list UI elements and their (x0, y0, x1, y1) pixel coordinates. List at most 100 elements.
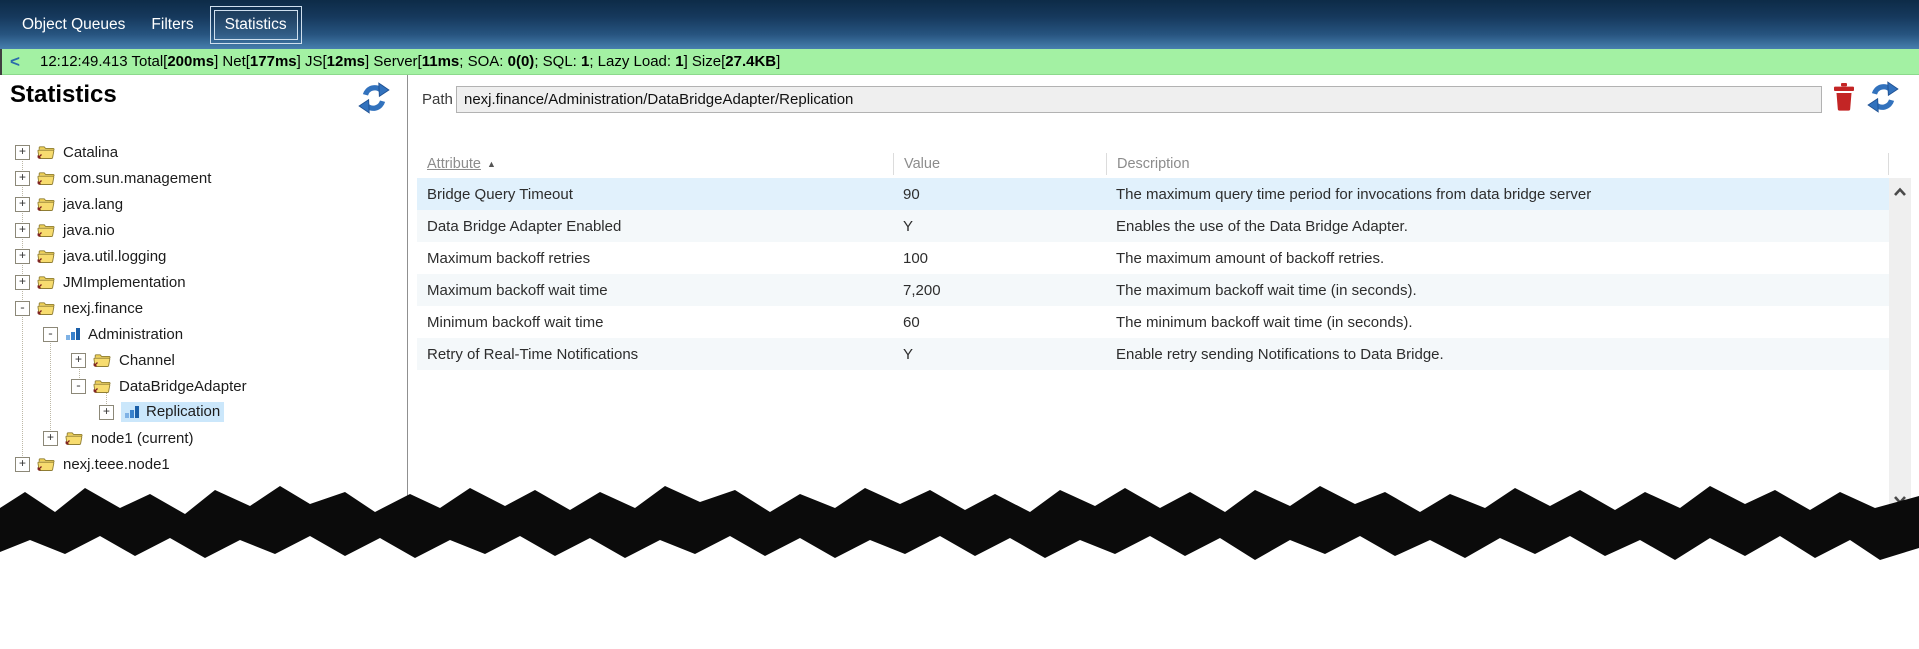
sidebar-refresh-icon[interactable] (358, 82, 390, 114)
tree-item-label: nexj.teee.node1 (63, 456, 170, 473)
collapse-toggle-icon[interactable]: - (71, 379, 86, 394)
folder-icon (37, 197, 56, 212)
collapse-toggle-icon[interactable]: - (43, 327, 58, 342)
statistics-sidebar: Statistics + Catalina + com.sun.manageme… (0, 75, 408, 530)
bar-chart-icon (65, 327, 81, 341)
column-header-label: Attribute (427, 156, 481, 172)
expand-toggle-icon[interactable]: + (15, 171, 30, 186)
bar-chart-icon (124, 405, 140, 419)
folder-icon (37, 223, 56, 238)
tree-item-node1-current[interactable]: + node1 (current) (0, 425, 407, 451)
expand-toggle-icon[interactable]: + (15, 249, 30, 264)
cell-attribute: Minimum backoff wait time (417, 314, 893, 331)
tab-statistics[interactable]: Statistics (210, 6, 302, 44)
table-row[interactable]: Maximum backoff retries 100 The maximum … (417, 242, 1889, 274)
tree-item-label: com.sun.management (63, 170, 211, 187)
expand-toggle-icon[interactable]: + (71, 353, 86, 368)
cell-value: Y (893, 346, 1106, 363)
cell-value: 60 (893, 314, 1106, 331)
profiler-status-bar: < 12:12:49.413 Total[200ms] Net[177ms] J… (0, 49, 1919, 75)
tree-item-java-lang[interactable]: + java.lang (0, 191, 407, 217)
cell-description: The maximum backoff wait time (in second… (1106, 282, 1889, 299)
expand-toggle-icon[interactable]: + (99, 405, 114, 420)
folder-icon (93, 353, 112, 368)
back-arrow-icon[interactable]: < (10, 52, 40, 72)
tree-item-catalina[interactable]: + Catalina (0, 139, 407, 165)
expand-toggle-icon[interactable]: + (15, 197, 30, 212)
tab-filters[interactable]: Filters (141, 8, 203, 42)
cell-attribute: Bridge Query Timeout (417, 186, 893, 203)
folder-icon (37, 249, 56, 264)
cell-description: Enables the use of the Data Bridge Adapt… (1106, 218, 1889, 235)
tab-object-queues[interactable]: Object Queues (12, 8, 135, 42)
expand-toggle-icon[interactable]: + (15, 145, 30, 160)
tree-item-label: node1 (current) (91, 430, 194, 447)
path-input[interactable] (456, 86, 1822, 113)
table-row[interactable]: Data Bridge Adapter Enabled Y Enables th… (417, 210, 1889, 242)
cell-attribute: Retry of Real-Time Notifications (417, 346, 893, 363)
tree-item-java-util-logging[interactable]: + java.util.logging (0, 243, 407, 269)
top-tab-bar: Object Queues Filters Statistics (0, 0, 1919, 49)
tree-item-label: java.nio (63, 222, 115, 239)
tab-statistics-label: Statistics (214, 10, 298, 40)
vertical-scrollbar[interactable] (1889, 178, 1911, 508)
folder-icon (93, 379, 112, 394)
expand-toggle-icon[interactable]: + (15, 223, 30, 238)
cell-description: The maximum query time period for invoca… (1106, 186, 1889, 203)
tree-item-databridgeadapter[interactable]: - DataBridgeAdapter (0, 373, 407, 399)
table-row[interactable]: Retry of Real-Time Notifications Y Enabl… (417, 338, 1889, 370)
cell-description: Enable retry sending Notifications to Da… (1106, 346, 1889, 363)
folder-icon (37, 275, 56, 290)
tree-item-label: java.util.logging (63, 248, 166, 265)
tree-item-label: java.lang (63, 196, 123, 213)
torn-edge (0, 478, 1919, 578)
table-row[interactable]: Minimum backoff wait time 60 The minimum… (417, 306, 1889, 338)
tree-item-nexj-finance[interactable]: - nexj.finance (0, 295, 407, 321)
column-header-attribute[interactable]: Attribute ▲ (417, 153, 893, 175)
cell-value: 90 (893, 186, 1106, 203)
cell-attribute: Maximum backoff wait time (417, 282, 893, 299)
cell-value: 100 (893, 250, 1106, 267)
tree-item-label: Administration (88, 326, 183, 343)
refresh-icon[interactable] (1867, 81, 1899, 113)
folder-icon (37, 145, 56, 160)
sidebar-title: Statistics (10, 81, 117, 109)
tree-item-com-sun-management[interactable]: + com.sun.management (0, 165, 407, 191)
folder-icon (37, 457, 56, 472)
tree-selection-highlight: Replication (121, 402, 224, 422)
cell-value: Y (893, 218, 1106, 235)
column-header-description[interactable]: Description (1106, 153, 1889, 175)
tree-item-channel[interactable]: + Channel (0, 347, 407, 373)
delete-trash-icon[interactable] (1832, 83, 1856, 111)
timing-summary: 12:12:49.413 Total[200ms] Net[177ms] JS[… (40, 53, 780, 70)
collapse-toggle-icon[interactable]: - (15, 301, 30, 316)
folder-icon (65, 431, 84, 446)
tree-item-label: JMImplementation (63, 274, 186, 291)
table-row[interactable]: Bridge Query Timeout 90 The maximum quer… (417, 178, 1889, 210)
column-header-value[interactable]: Value (893, 153, 1106, 175)
tree-item-nexj-teee-node1[interactable]: + nexj.teee.node1 (0, 451, 407, 477)
scroll-up-icon[interactable] (1893, 184, 1907, 194)
path-label: Path (422, 91, 453, 108)
tree-item-replication[interactable]: + Replication (0, 399, 407, 425)
tree-item-label: Channel (119, 352, 175, 369)
tree-item-jmimplementation[interactable]: + JMImplementation (0, 269, 407, 295)
tree-item-label: DataBridgeAdapter (119, 378, 247, 395)
cell-attribute: Data Bridge Adapter Enabled (417, 218, 893, 235)
table-row[interactable]: Maximum backoff wait time 7,200 The maxi… (417, 274, 1889, 306)
expand-toggle-icon[interactable]: + (15, 275, 30, 290)
tree-item-label: Catalina (63, 144, 118, 161)
tree-item-label: nexj.finance (63, 300, 143, 317)
folder-icon (37, 171, 56, 186)
tree-item-label: Replication (146, 403, 220, 420)
tree-item-administration[interactable]: - Administration (0, 321, 407, 347)
statistics-detail-panel: Path Attribute ▲ Value Description (408, 75, 1919, 530)
cell-description: The maximum amount of backoff retries. (1106, 250, 1889, 267)
expand-toggle-icon[interactable]: + (43, 431, 58, 446)
tree-item-java-nio[interactable]: + java.nio (0, 217, 407, 243)
expand-toggle-icon[interactable]: + (15, 457, 30, 472)
column-header-label: Value (904, 156, 940, 172)
cell-attribute: Maximum backoff retries (417, 250, 893, 267)
attributes-table: Attribute ▲ Value Description Bridge Que… (417, 150, 1889, 370)
mbean-tree: + Catalina + com.sun.management + java.l… (0, 139, 407, 477)
